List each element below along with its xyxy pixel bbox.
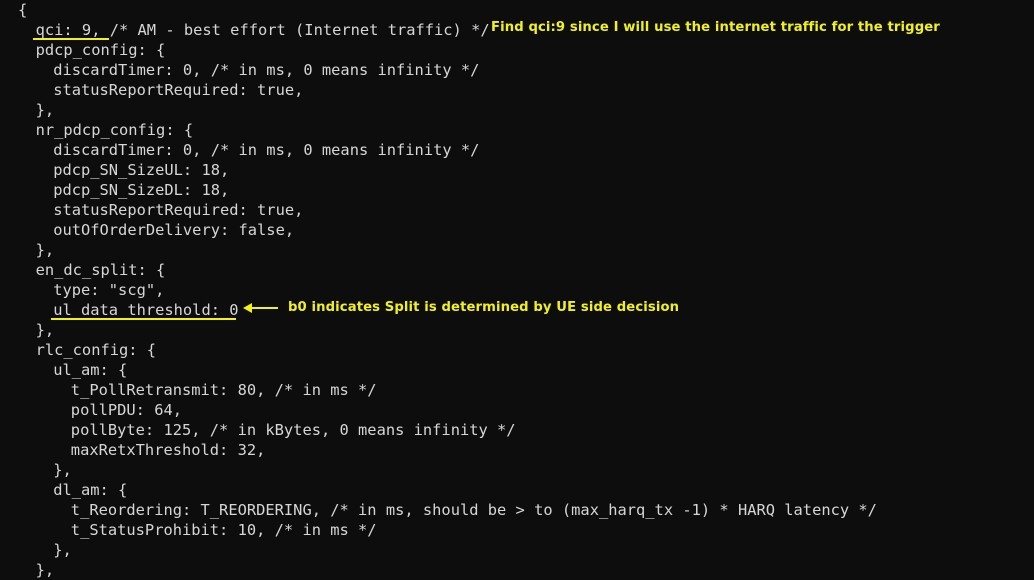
code-line: pdcp_SN_SizeUL: 18, <box>53 161 230 179</box>
code-line: statusReportRequired: true, <box>53 81 304 99</box>
code-line: pdcp_SN_SizeDL: 18, <box>53 181 230 199</box>
code-line: pollPDU: 64, <box>70 401 182 419</box>
underline-highlight <box>51 318 236 320</box>
code-line: type: "scg", <box>53 281 165 299</box>
code-line: t_Reordering: T_REORDERING, /* in ms, sh… <box>70 501 877 519</box>
code-line: }, <box>35 321 55 339</box>
code-line: rlc_config: { <box>35 341 157 359</box>
code-line: qci: 9, /* AM - best effort (Internet tr… <box>35 21 490 39</box>
code-line: t_PollRetransmit: 80, /* in ms */ <box>70 381 377 399</box>
code-line: ul_am: { <box>53 361 128 379</box>
code-line: }, <box>35 241 55 259</box>
code-line: maxRetxThreshold: 32, <box>70 441 266 459</box>
code-line: dl_am: { <box>53 481 128 499</box>
code-line: statusReportRequired: true, <box>53 201 304 219</box>
annotation-arrow-left-icon <box>243 302 279 314</box>
code-line: pdcp_config: { <box>35 41 166 59</box>
annotation-qci-note: Find qci:9 since I will use the internet… <box>491 20 940 35</box>
code-line: t_StatusProhibit: 10, /* in ms */ <box>70 521 377 539</box>
arrow-shaft <box>250 307 278 309</box>
code-line: discardTimer: 0, /* in ms, 0 means infin… <box>53 61 480 79</box>
code-editor-surface: { qci: 9, /* AM - best effort (Internet t… <box>0 0 1034 579</box>
code-line: pollByte: 125, /* in kBytes, 0 means inf… <box>70 421 516 439</box>
underline-highlight <box>33 38 109 40</box>
code-line: outOfOrderDelivery: false, <box>53 221 295 239</box>
code-line: }, <box>53 461 72 479</box>
code-line: }, <box>35 561 55 579</box>
code-line: }, <box>53 541 72 559</box>
code-line: discardTimer: 0, /* in ms, 0 means infin… <box>53 141 480 159</box>
annotation-ul-data-threshold-note: b0 indicates Split is determined by UE s… <box>288 300 680 315</box>
code-line: ul_data_threshold: 0 <box>53 301 239 319</box>
code-line: { <box>18 1 28 19</box>
code-line: nr_pdcp_config: { <box>35 121 194 139</box>
code-line: en_dc_split: { <box>35 261 166 279</box>
code-line: }, <box>35 101 55 119</box>
